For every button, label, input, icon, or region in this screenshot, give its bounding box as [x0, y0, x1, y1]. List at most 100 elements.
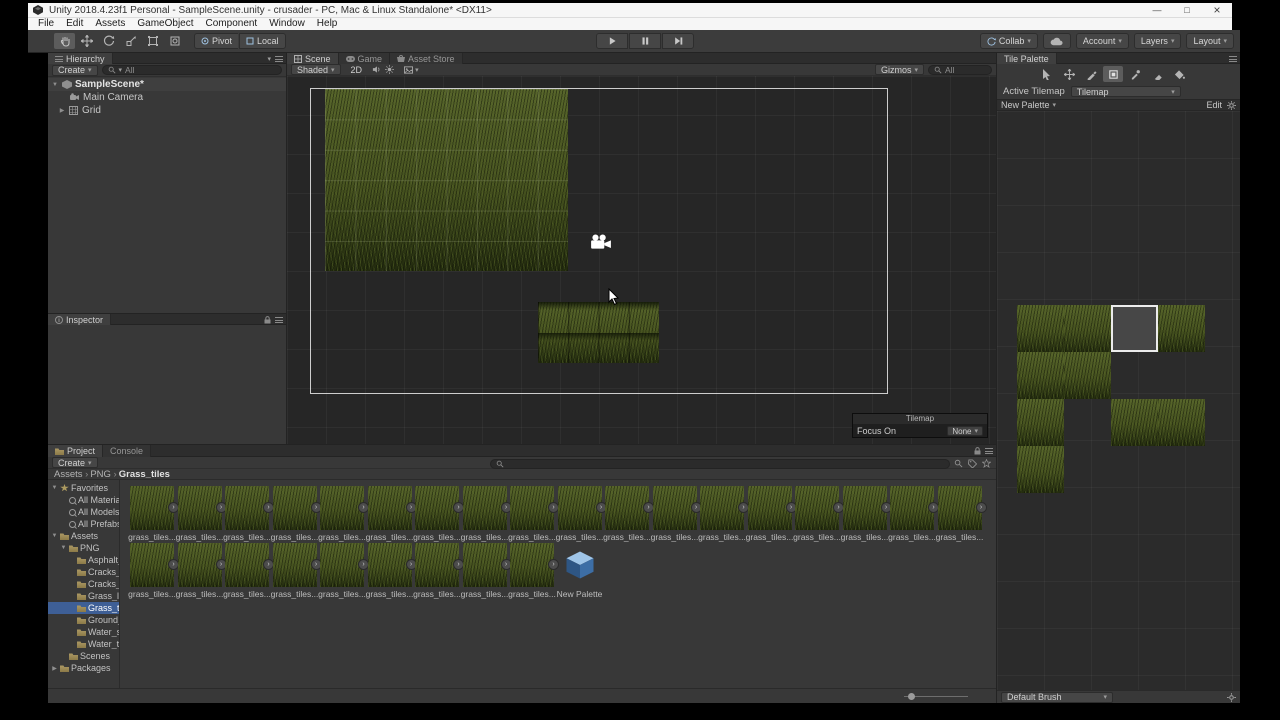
- asset-thumbnail[interactable]: grass_tiles...: [938, 486, 982, 542]
- asset-thumbnail[interactable]: grass_tiles...: [510, 543, 554, 599]
- asset-thumbnail[interactable]: grass_tiles...: [415, 486, 459, 542]
- pane-dropdown-icon[interactable]: ▾: [267, 55, 271, 63]
- hierarchy-create-dropdown[interactable]: Create▾: [52, 65, 98, 76]
- asset-thumbnail[interactable]: grass_tiles...: [415, 543, 459, 599]
- foldout-icon[interactable]: ▼: [51, 485, 58, 491]
- asset-thumbnail[interactable]: grass_tiles...: [843, 486, 887, 542]
- pane-menu-icon[interactable]: [985, 448, 993, 454]
- rotate-tool-icon[interactable]: [98, 33, 119, 49]
- tab-asset-store[interactable]: Asset Store: [390, 53, 463, 64]
- project-tree-item[interactable]: Asphalt_t...: [48, 554, 119, 566]
- pivot-toggle[interactable]: Pivot: [194, 33, 238, 49]
- gear-icon[interactable]: [1227, 101, 1236, 110]
- lock-icon[interactable]: [974, 447, 981, 455]
- menu-item[interactable]: Edit: [60, 18, 89, 30]
- fill-bucket-tool-icon[interactable]: [1169, 66, 1189, 82]
- collab-dropdown[interactable]: Collab▾: [980, 33, 1038, 49]
- palette-select-dropdown[interactable]: New Palette▾: [1001, 100, 1056, 110]
- asset-thumbnail[interactable]: grass_tiles...: [225, 543, 269, 599]
- foldout-icon[interactable]: ▼: [51, 82, 59, 88]
- breadcrumb-png[interactable]: PNG: [90, 469, 116, 480]
- palette-tile[interactable]: [1017, 352, 1064, 399]
- hierarchy-scene-row[interactable]: ▼ SampleScene*: [48, 78, 286, 91]
- tab-project[interactable]: Project: [48, 445, 103, 457]
- palette-tile[interactable]: [1017, 305, 1064, 352]
- menu-item[interactable]: Assets: [89, 18, 131, 30]
- foldout-icon[interactable]: ▼: [60, 545, 67, 551]
- menu-item[interactable]: Component: [200, 18, 264, 30]
- asset-thumbnail[interactable]: grass_tiles...: [130, 486, 174, 542]
- asset-thumbnail[interactable]: grass_tiles...: [558, 486, 602, 542]
- step-button[interactable]: [662, 33, 694, 49]
- search-by-label-icon[interactable]: [968, 459, 977, 468]
- menu-item[interactable]: GameObject: [131, 18, 199, 30]
- menu-item[interactable]: Window: [263, 18, 311, 30]
- foldout-icon[interactable]: ▼: [51, 533, 58, 539]
- edit-palette-button[interactable]: Edit: [1206, 100, 1222, 110]
- palette-canvas[interactable]: [997, 111, 1240, 690]
- gear-icon[interactable]: [1227, 693, 1236, 702]
- thumbnail-zoom-slider[interactable]: [904, 696, 968, 697]
- project-tree-item[interactable]: ▼ Assets: [48, 530, 119, 542]
- project-tree-item[interactable]: All Models: [48, 506, 119, 518]
- picker-tool-icon[interactable]: [1125, 66, 1145, 82]
- palette-tile[interactable]: [1017, 399, 1064, 446]
- asset-thumbnail[interactable]: grass_tiles...: [510, 486, 554, 542]
- transform-tool-icon[interactable]: [164, 33, 185, 49]
- palette-tile[interactable]: [1158, 305, 1205, 352]
- account-dropdown[interactable]: Account▾: [1076, 33, 1129, 49]
- project-tree-item[interactable]: ▼ PNG: [48, 542, 119, 554]
- project-tree-item[interactable]: All Prefabs: [48, 518, 119, 530]
- asset-thumbnail[interactable]: grass_tiles...: [320, 486, 364, 542]
- hierarchy-search-input[interactable]: ▾ All: [102, 65, 282, 75]
- default-brush-dropdown[interactable]: Default Brush▾: [1001, 692, 1113, 703]
- project-search-input[interactable]: [490, 459, 950, 469]
- favorites-star-icon[interactable]: [982, 459, 991, 468]
- project-create-dropdown[interactable]: Create▾: [52, 457, 98, 468]
- asset-thumbnail[interactable]: grass_tiles...: [273, 543, 317, 599]
- scale-tool-icon[interactable]: [120, 33, 141, 49]
- asset-thumbnail[interactable]: grass_tiles...: [178, 543, 222, 599]
- select-tool-icon[interactable]: [1037, 66, 1057, 82]
- asset-thumbnail[interactable]: grass_tiles...: [178, 486, 222, 542]
- hierarchy-item-grid[interactable]: ▶ Grid: [48, 104, 286, 117]
- hand-tool-icon[interactable]: [54, 33, 75, 49]
- asset-thumbnail[interactable]: grass_tiles...: [130, 543, 174, 599]
- cloud-button[interactable]: [1043, 33, 1071, 49]
- layers-dropdown[interactable]: Layers▾: [1134, 33, 1182, 49]
- breadcrumb-assets[interactable]: Assets: [54, 469, 88, 480]
- project-tree-item[interactable]: Cracks_g...: [48, 578, 119, 590]
- box-fill-tool-icon[interactable]: [1103, 66, 1123, 82]
- project-tree-item[interactable]: ▶ Packages: [48, 662, 119, 674]
- hierarchy-item-main-camera[interactable]: Main Camera: [48, 91, 286, 104]
- asset-thumbnail[interactable]: grass_tiles...: [748, 486, 792, 542]
- eraser-tool-icon[interactable]: [1147, 66, 1167, 82]
- breadcrumb-grass-tiles[interactable]: Grass_tiles: [119, 469, 170, 480]
- move-tile-tool-icon[interactable]: [1059, 66, 1079, 82]
- 2d-toggle[interactable]: 2D: [345, 64, 369, 75]
- rect-tool-icon[interactable]: [142, 33, 163, 49]
- foldout-icon[interactable]: ▶: [58, 107, 66, 114]
- search-by-type-icon[interactable]: [954, 459, 963, 468]
- camera-gizmo-icon[interactable]: [590, 234, 612, 250]
- asset-thumbnail[interactable]: grass_tiles...: [273, 486, 317, 542]
- palette-tile[interactable]: [1064, 305, 1111, 352]
- project-tree-item[interactable]: Water_sp...: [48, 626, 119, 638]
- scene-search-input[interactable]: All: [928, 65, 992, 75]
- asset-thumbnail[interactable]: grass_tiles...: [795, 486, 839, 542]
- expand-badge-icon[interactable]: [976, 502, 987, 513]
- project-tree-item[interactable]: ▼ Favorites: [48, 482, 119, 494]
- camera-settings-dropdown[interactable]: ▾: [398, 64, 425, 75]
- project-tree-item[interactable]: Grass_le...: [48, 590, 119, 602]
- lock-icon[interactable]: [264, 316, 271, 324]
- tab-game[interactable]: Game: [339, 53, 391, 64]
- focus-on-dropdown[interactable]: None▾: [947, 426, 983, 436]
- audio-toggle-icon[interactable]: [372, 65, 381, 74]
- pane-menu-icon[interactable]: [275, 56, 283, 62]
- asset-thumbnail[interactable]: grass_tiles...: [368, 543, 412, 599]
- tab-scene[interactable]: Scene: [287, 53, 339, 64]
- local-toggle[interactable]: Local: [239, 33, 286, 49]
- close-button[interactable]: [1202, 3, 1232, 17]
- tab-tile-palette[interactable]: Tile Palette: [997, 53, 1057, 64]
- palette-tile[interactable]: [1111, 399, 1158, 446]
